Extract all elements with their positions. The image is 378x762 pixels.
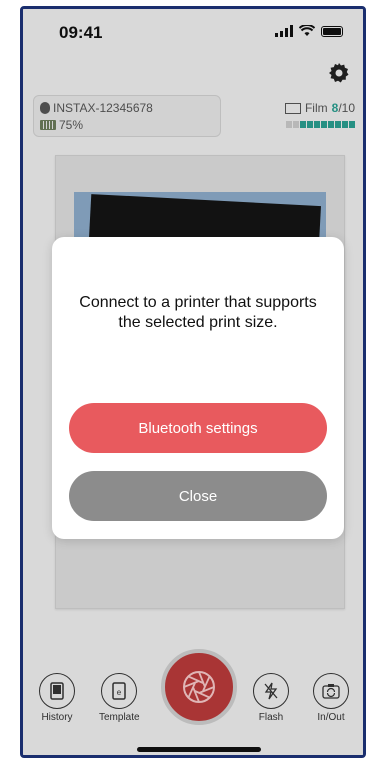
printer-size-dialog: Connect to a printer that supports the s… xyxy=(52,237,344,539)
dialog-message: Connect to a printer that supports the s… xyxy=(79,294,317,331)
phone-frame: 09:41 INSTAX-12345678 75% Film 8 /10 His… xyxy=(20,6,366,758)
app-screen: 09:41 INSTAX-12345678 75% Film 8 /10 His… xyxy=(23,9,363,755)
device: 09:41 INSTAX-12345678 75% Film 8 /10 His… xyxy=(0,0,378,762)
close-button[interactable]: Close xyxy=(69,471,327,521)
bluetooth-settings-button[interactable]: Bluetooth settings xyxy=(69,403,327,453)
